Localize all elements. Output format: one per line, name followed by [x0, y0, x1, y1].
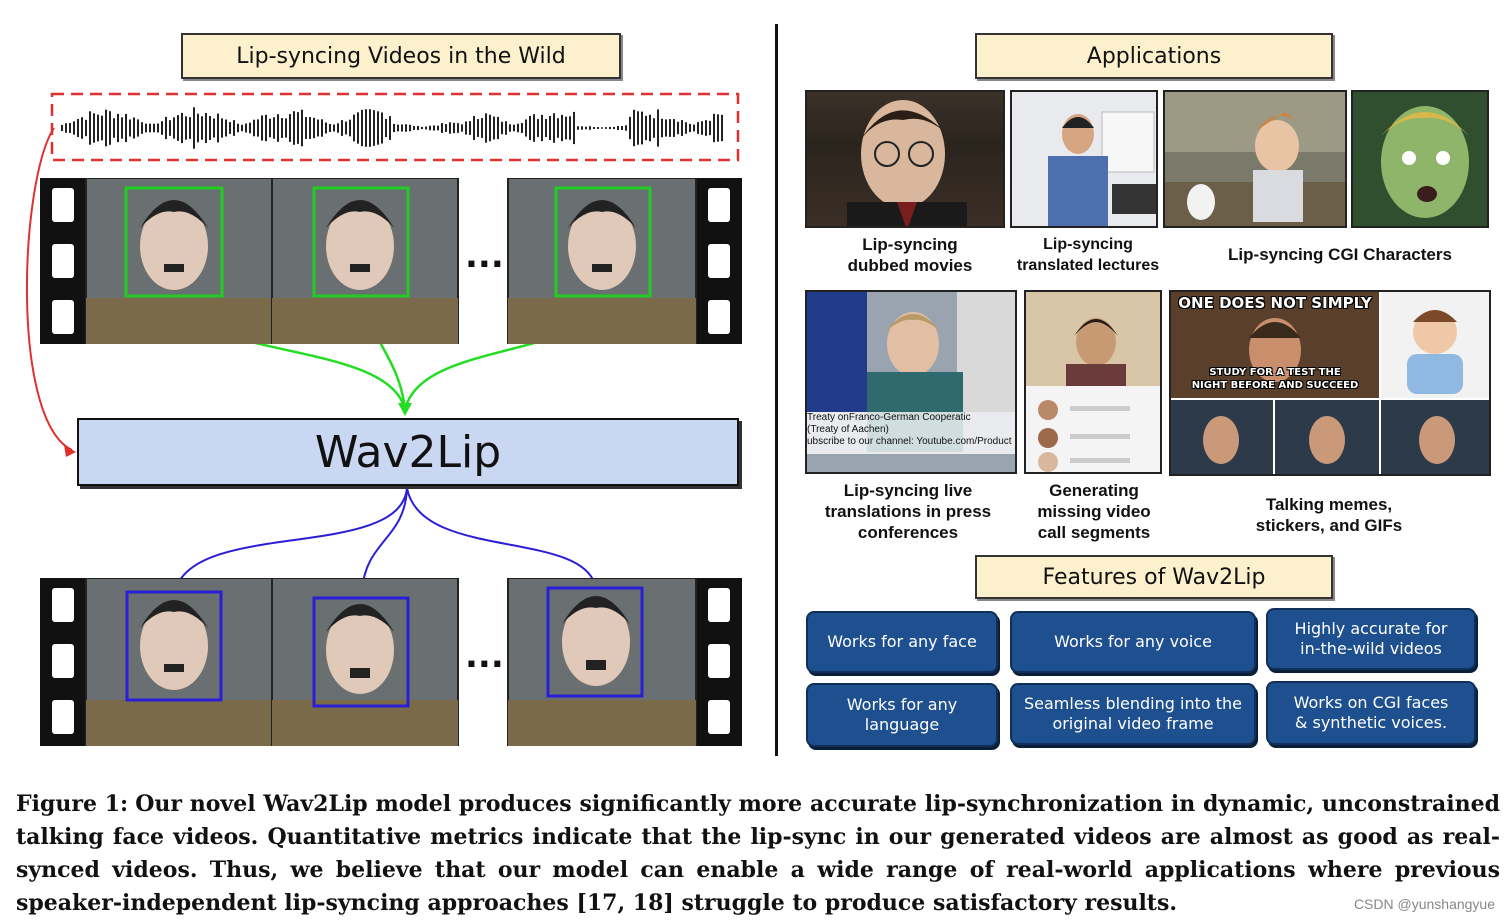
meme-bottom-text: STUDY FOR A TEST THE NIGHT BEFORE AND SU…: [1171, 366, 1379, 392]
app-photo-lecture: [1010, 90, 1158, 228]
features-title: Features of Wav2Lip: [975, 555, 1333, 599]
figure-caption: Figure 1: Our novel Wav2Lip model produc…: [16, 788, 1500, 920]
app-photo-memes: ONE DOES NOT SIMPLY STUDY FOR A TEST THE…: [1169, 290, 1491, 476]
figure-label: Figure 1:: [16, 791, 129, 817]
feature-any-language-line2: language: [864, 715, 940, 734]
press-overlay-line2: (Treaty of Aachen): [807, 424, 889, 435]
app-caption-lectures-line2: translated lectures: [1016, 257, 1160, 274]
feature-in-the-wild-line1: Highly accurate for: [1294, 619, 1448, 638]
lecture-illustration: [1048, 111, 1156, 226]
app-caption-memes: Talking memes, stickers, and GIFs: [1200, 494, 1458, 536]
input-frame-3: [507, 177, 697, 345]
audio-arrowhead: [64, 445, 76, 457]
app-caption-memes-line2: stickers, and GIFs: [1255, 516, 1403, 535]
app-caption-video-call-line3: call segments: [1037, 523, 1151, 542]
feature-any-face-line1: Works for any face: [827, 632, 977, 651]
app-photo-dubbed-movie: [805, 90, 1005, 228]
app-caption-cgi-line1: Lip-syncing CGI Characters: [1228, 245, 1452, 264]
app-caption-press-line1: Lip-syncing live: [843, 481, 973, 500]
input-film-strip: [40, 177, 742, 345]
app-photo-press-conference: Treaty onFranco-German Cooperatic (Treat…: [805, 290, 1017, 474]
press-overlay-text: Treaty onFranco-German Cooperatic (Treat…: [807, 412, 1015, 448]
output-film-strip: [40, 577, 742, 747]
app-caption-video-call-line2: missing video: [1037, 502, 1151, 521]
input-frame-2: [271, 177, 459, 345]
app-caption-cgi: Lip-syncing CGI Characters: [1180, 244, 1500, 265]
app-photo-cgi-tintin: [1163, 90, 1347, 228]
output-frame-1: [85, 577, 273, 747]
waveform-bars: [61, 107, 723, 149]
app-caption-video-call: Generating missing video call segments: [1020, 480, 1168, 543]
app-photo-cgi-fortnite: [1351, 90, 1489, 228]
meme-bottom-line1: STUDY FOR A TEST THE: [1209, 367, 1341, 378]
features-title-text: Features of Wav2Lip: [1042, 564, 1266, 590]
app-caption-dubbed-line2: dubbed movies: [847, 256, 973, 275]
feature-cgi-faces-line2: & synthetic voices.: [1294, 713, 1448, 732]
feature-seamless-blending: Seamless blending into the original vide…: [1010, 683, 1256, 745]
input-ellipsis: ...: [465, 236, 504, 276]
feature-any-language-line1: Works for any: [846, 695, 958, 714]
feature-cgi-faces-line1: Works on CGI faces: [1293, 693, 1449, 712]
meme-top-text: ONE DOES NOT SIMPLY: [1178, 294, 1372, 312]
output-frame-2: [271, 577, 459, 747]
figure-caption-text: Our novel Wav2Lip model produces signifi…: [16, 791, 1501, 916]
meme-bottom-line2: NIGHT BEFORE AND SUCCEED: [1191, 380, 1359, 391]
panel-divider: [775, 24, 778, 756]
wav2lip-model-box: Wav2Lip: [77, 418, 739, 486]
fortnite-illustration: [1381, 106, 1469, 218]
applications-title-text: Applications: [1086, 43, 1222, 69]
feature-in-the-wild: Highly accurate for in-the-wild videos: [1266, 608, 1476, 670]
wav2lip-model-label: Wav2Lip: [314, 426, 502, 478]
applications-title: Applications: [975, 33, 1333, 79]
app-caption-lectures-line1: Lip-syncing: [1043, 236, 1133, 253]
press-overlay-line3: ubscribe to our channel: Youtube.com/Pro…: [807, 436, 1012, 447]
feature-in-the-wild-line2: in-the-wild videos: [1300, 639, 1442, 658]
dubbed-movie-illustration: [847, 100, 967, 226]
output-frame-3: [507, 577, 697, 747]
output-ellipsis: ...: [465, 636, 504, 676]
output-film-frames: [40, 577, 742, 747]
app-caption-press-line2: translations in press: [824, 502, 992, 521]
app-caption-lectures: Lip-syncing translated lectures: [1008, 234, 1168, 276]
feature-seamless-blending-line2: original video frame: [1052, 714, 1214, 733]
feature-any-face: Works for any face: [806, 611, 998, 673]
app-caption-press: Lip-syncing live translations in press c…: [805, 480, 1011, 543]
app-caption-press-line3: conferences: [857, 523, 959, 542]
app-photo-video-call: [1024, 290, 1162, 474]
app-caption-dubbed: Lip-syncing dubbed movies: [805, 234, 1015, 276]
app-caption-video-call-line1: Generating: [1049, 481, 1139, 500]
video-call-illustration: [1026, 318, 1160, 472]
tintin-illustration: [1165, 92, 1345, 226]
app-caption-dubbed-line1: Lip-syncing: [862, 235, 958, 254]
input-frame-1: [85, 177, 273, 345]
feature-cgi-faces: Works on CGI faces & synthetic voices.: [1266, 681, 1476, 745]
input-arrowhead: [398, 403, 412, 416]
output-arrows: [175, 487, 596, 593]
watermark: CSDN @yunshangyue: [1353, 896, 1495, 912]
feature-seamless-blending-line1: Seamless blending into the: [1024, 694, 1242, 713]
input-film-frames: [40, 177, 742, 345]
press-overlay-line1: Treaty onFranco-German Cooperatic: [807, 412, 971, 423]
app-caption-memes-line1: Talking memes,: [1265, 495, 1393, 514]
feature-any-voice-line1: Works for any voice: [1054, 632, 1212, 651]
feature-any-language: Works for any language: [806, 683, 998, 747]
feature-any-voice: Works for any voice: [1010, 611, 1256, 673]
